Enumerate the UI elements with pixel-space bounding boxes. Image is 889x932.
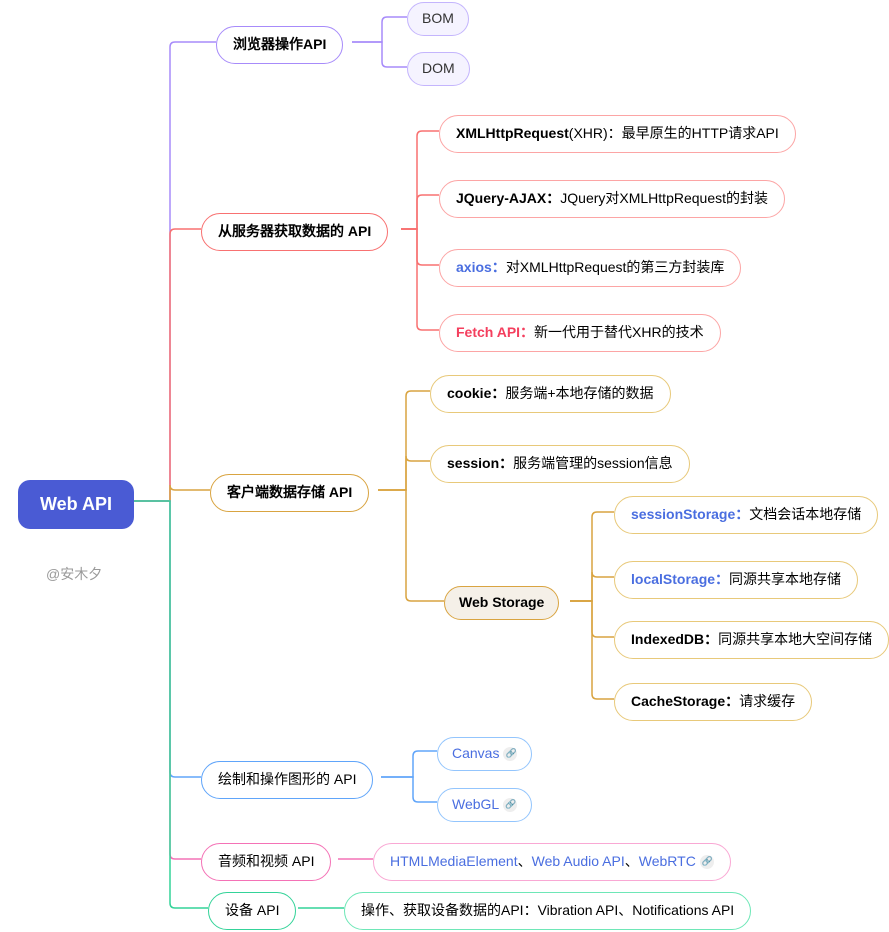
leaf-canvas-label: Canvas [452,744,499,764]
branch-server[interactable]: 从服务器获取数据的 API [201,213,388,251]
leaf-fetch-desc: 新一代用于替代XHR的技术 [534,323,704,343]
leaf-cookie[interactable]: cookie：服务端+本地存储的数据 [430,375,671,413]
branch-client-label: 客户端数据存储 API [227,483,352,503]
leaf-media-a: HTMLMediaElement [390,852,518,872]
branch-browser[interactable]: 浏览器操作API [216,26,343,64]
leaf-idb-key: IndexedDB： [631,630,718,650]
leaf-axios-key: axios： [456,258,506,278]
sub-webstorage[interactable]: Web Storage [444,586,559,620]
leaf-jq-desc: JQuery对XMLHttpRequest的封装 [560,189,768,209]
branch-media[interactable]: 音频和视频 API [201,843,331,881]
leaf-device[interactable]: 操作、获取设备数据的API：Vibration API、Notification… [344,892,751,930]
leaf-session[interactable]: session：服务端管理的session信息 [430,445,690,483]
leaf-idb-desc: 同源共享本地大空间存储 [718,630,872,650]
leaf-dom-label: DOM [422,59,455,79]
leaf-xhr-key: XMLHttpRequest [456,124,569,144]
leaf-fetch[interactable]: Fetch API：新一代用于替代XHR的技术 [439,314,721,352]
leaf-sessionstorage[interactable]: sessionStorage：文档会话本地存储 [614,496,878,534]
leaf-canvas[interactable]: Canvas [437,737,532,771]
branch-client[interactable]: 客户端数据存储 API [210,474,369,512]
leaf-jq-key: JQuery-AJAX： [456,189,560,209]
leaf-xhr[interactable]: XMLHttpRequest(XHR)：最早原生的HTTP请求API [439,115,796,153]
leaf-media-sep2: 、 [625,852,639,872]
branch-device[interactable]: 设备 API [208,892,296,930]
link-icon [503,747,517,761]
leaf-axios-desc: 对XMLHttpRequest的第三方封装库 [506,258,725,278]
leaf-media-sep1: 、 [518,852,532,872]
branch-server-label: 从服务器获取数据的 API [218,222,371,242]
leaf-ls-desc: 同源共享本地存储 [729,570,841,590]
leaf-indexeddb[interactable]: IndexedDB：同源共享本地大空间存储 [614,621,889,659]
leaf-session-key: session： [447,454,513,474]
branch-media-label: 音频和视频 API [218,852,314,872]
sub-webstorage-label: Web Storage [459,593,544,613]
link-icon [700,855,714,869]
leaf-media-c: WebRTC [639,852,696,872]
leaf-localstorage[interactable]: localStorage：同源共享本地存储 [614,561,858,599]
leaf-cookie-key: cookie： [447,384,505,404]
branch-graphics[interactable]: 绘制和操作图形的 API [201,761,373,799]
leaf-axios[interactable]: axios：对XMLHttpRequest的第三方封装库 [439,249,741,287]
root-label: Web API [40,492,112,517]
leaf-fetch-key: Fetch API： [456,323,534,343]
branch-browser-label: 浏览器操作API [233,35,326,55]
leaf-xhr-paren: (XHR)： [569,124,622,144]
leaf-cs-key: CacheStorage： [631,692,739,712]
leaf-webgl[interactable]: WebGL [437,788,532,822]
leaf-dom[interactable]: DOM [407,52,470,86]
leaf-ss-key: sessionStorage： [631,505,749,525]
leaf-bom-label: BOM [422,9,454,29]
leaf-bom[interactable]: BOM [407,2,469,36]
leaf-cookie-desc: 服务端+本地存储的数据 [505,384,653,404]
branch-graphics-label: 绘制和操作图形的 API [218,770,356,790]
branch-device-label: 设备 API [225,901,279,921]
watermark: @安木夕 [46,564,102,584]
leaf-session-desc: 服务端管理的session信息 [513,454,672,474]
link-icon [503,798,517,812]
leaf-ls-key: localStorage： [631,570,729,590]
leaf-device-label: 操作、获取设备数据的API：Vibration API、Notification… [361,901,734,921]
leaf-cs-desc: 请求缓存 [739,692,795,712]
leaf-media-b: Web Audio API [532,852,625,872]
leaf-ss-desc: 文档会话本地存储 [749,505,861,525]
leaf-xhr-desc: 最早原生的HTTP请求API [622,124,779,144]
root-node[interactable]: Web API [18,480,134,529]
leaf-cachestorage[interactable]: CacheStorage：请求缓存 [614,683,812,721]
leaf-webgl-label: WebGL [452,795,499,815]
leaf-media[interactable]: HTMLMediaElement、Web Audio API、WebRTC [373,843,731,881]
leaf-jquery[interactable]: JQuery-AJAX：JQuery对XMLHttpRequest的封装 [439,180,785,218]
